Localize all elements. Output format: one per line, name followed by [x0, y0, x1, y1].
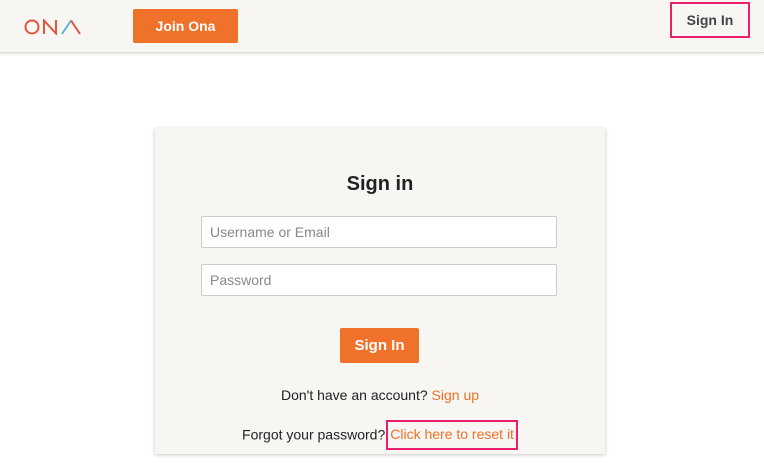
- join-ona-button[interactable]: Join Ona: [133, 9, 238, 43]
- no-account-text: Don't have an account?: [280, 387, 428, 403]
- forgot-password-prompt: Forgot your password? Click here to reset…: [155, 420, 605, 451]
- signup-link[interactable]: Sign up: [432, 387, 479, 403]
- top-navbar: Join Ona Sign In: [0, 0, 764, 53]
- signin-card: Sign in Sign In Don't have an account? S…: [155, 128, 605, 454]
- signin-submit-button[interactable]: Sign In: [340, 328, 419, 363]
- forgot-password-text: Forgot your password?: [242, 426, 386, 443]
- password-input[interactable]: [201, 264, 557, 296]
- signin-highlight-box: Sign In: [670, 2, 750, 38]
- reset-highlight-box: Click here to reset it: [386, 420, 518, 450]
- ona-logo-icon: [24, 19, 81, 35]
- page-title: Sign in: [346, 173, 414, 195]
- reset-password-link[interactable]: Click here to reset it: [390, 426, 514, 442]
- ona-logo[interactable]: [24, 17, 82, 37]
- username-input[interactable]: [201, 216, 557, 248]
- signup-prompt: Don't have an account? Sign up: [155, 387, 605, 403]
- header-signin-link[interactable]: Sign In: [672, 4, 748, 36]
